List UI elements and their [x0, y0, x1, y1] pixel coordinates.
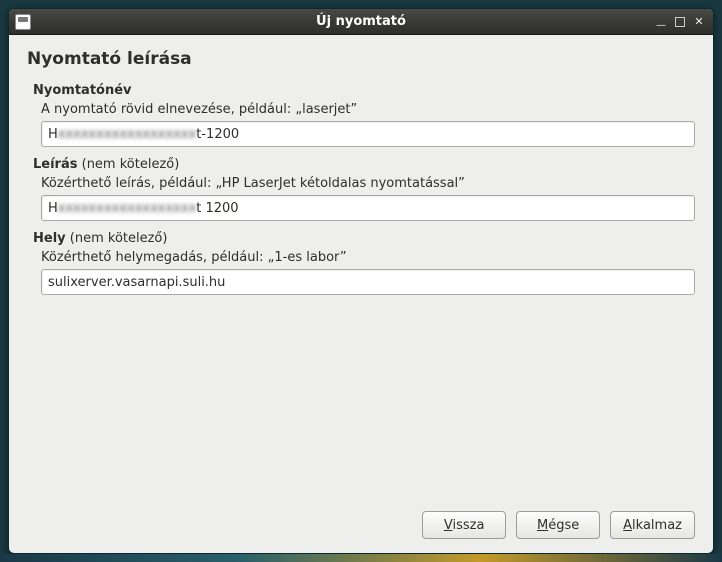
printer-name-label: Nyomtatónév: [33, 83, 695, 98]
description-label-text: Leírás: [33, 157, 77, 172]
description-label: Leírás (nem kötelező): [33, 157, 695, 172]
section-location: Hely (nem kötelező) Közérthető helymegad…: [27, 231, 695, 295]
window-controls: [653, 14, 707, 30]
description-hint: Közérthető leírás, például: „HP LaserJet…: [41, 176, 695, 191]
location-label: Hely (nem kötelező): [33, 231, 695, 246]
close-button[interactable]: [691, 14, 707, 30]
minimize-button[interactable]: [653, 14, 669, 30]
titlebar: Új nyomtató: [9, 9, 713, 35]
section-printer-name: Nyomtatónév A nyomtató rövid elnevezése,…: [27, 83, 695, 147]
location-input[interactable]: [41, 269, 695, 295]
back-rest: issza: [452, 518, 484, 533]
dialog-content: Nyomtató leírása Nyomtatónév A nyomtató …: [9, 35, 713, 553]
location-optional: (nem kötelező): [66, 231, 168, 246]
apply-mnemonic: A: [623, 518, 632, 533]
cancel-button[interactable]: Mégse: [516, 511, 600, 539]
description-value-blurred: xxxxxxxxxxxxxxxxxx: [58, 201, 196, 216]
section-description: Leírás (nem kötelező) Közérthető leírás,…: [27, 157, 695, 221]
description-input[interactable]: H xxxxxxxxxxxxxxxxxx t 1200: [41, 195, 695, 221]
description-value-prefix: H: [48, 201, 58, 216]
printer-icon: [15, 14, 31, 30]
description-optional: (nem kötelező): [77, 157, 179, 172]
apply-rest: lkalmaz: [632, 518, 682, 533]
printer-name-value-prefix: H: [48, 127, 58, 142]
printer-name-hint: A nyomtató rövid elnevezése, például: „l…: [41, 102, 695, 117]
location-hint: Közérthető helymegadás, például: „1-es l…: [41, 250, 695, 265]
location-label-text: Hely: [33, 231, 66, 246]
printer-name-value-blurred: xxxxxxxxxxxxxxxxxx: [58, 127, 196, 142]
cancel-rest: égse: [548, 518, 579, 533]
page-title: Nyomtató leírása: [27, 49, 695, 69]
back-button[interactable]: Vissza: [422, 511, 506, 539]
window-title: Új nyomtató: [9, 14, 713, 29]
printer-name-input[interactable]: H xxxxxxxxxxxxxxxxxx t-1200: [41, 121, 695, 147]
apply-button[interactable]: Alkalmaz: [610, 511, 695, 539]
dialog-window: Új nyomtató Nyomtató leírása Nyomtatónév…: [8, 8, 714, 554]
description-value-suffix: t 1200: [196, 201, 238, 216]
desktop-background-strip: [0, 554, 722, 562]
cancel-mnemonic: M: [537, 518, 548, 533]
printer-name-value-suffix: t-1200: [196, 127, 239, 142]
maximize-button[interactable]: [675, 17, 685, 27]
button-bar: Vissza Mégse Alkalmaz: [27, 505, 695, 541]
